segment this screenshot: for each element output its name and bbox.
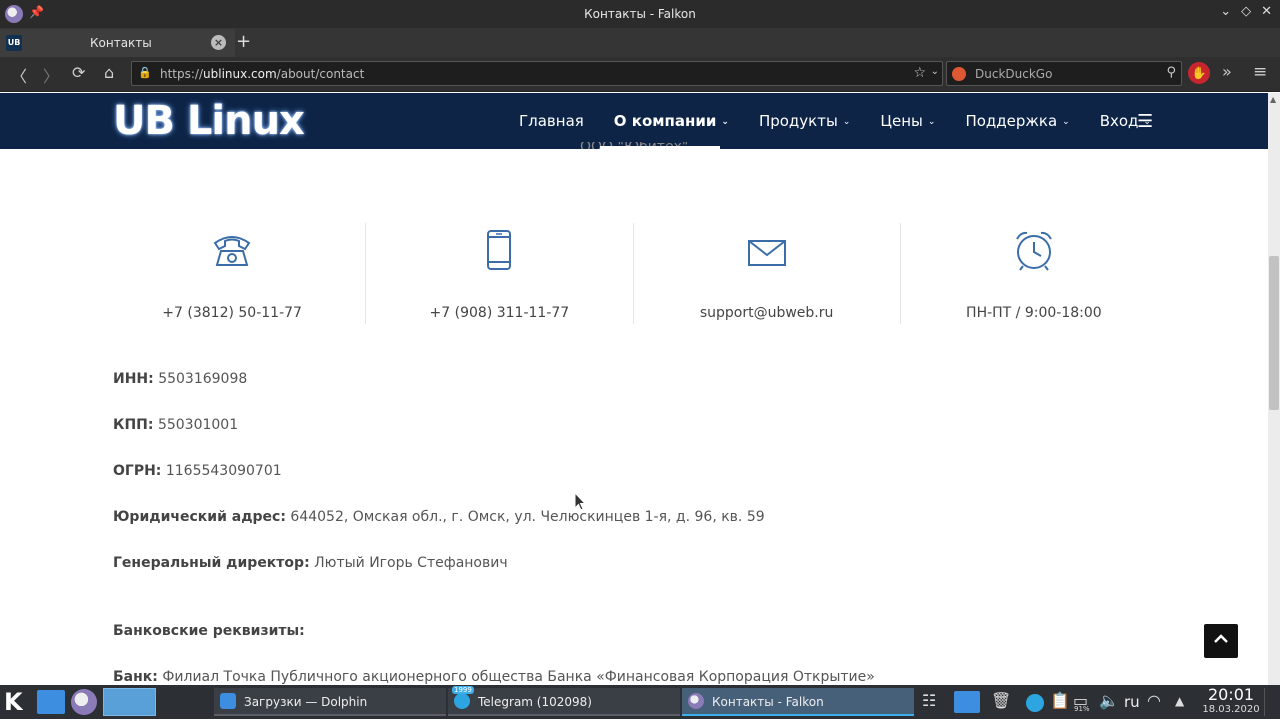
reload-icon[interactable]: ⟳ [72,63,85,82]
close-window-icon[interactable]: ✕ [1261,4,1272,19]
alarm-clock-icon [1016,231,1052,271]
hamburger-menu-icon[interactable]: ≡ [1253,62,1267,82]
contact-phone: +7 (3812) 50-11-77 [99,223,367,324]
clock[interactable]: 20:01 18.03.2020 [1200,686,1262,716]
clock-time: 20:01 [1207,685,1255,704]
task-falkon[interactable]: Контакты - Falkon [682,688,914,716]
search-placeholder: DuckDuckGo [975,67,1053,81]
telegram-tray-icon[interactable] [1026,694,1044,712]
back-arrow-icon[interactable]: 〈 [11,63,27,87]
telegram-badge: 1999 [452,686,474,694]
dolphin-icon [220,693,236,709]
mouse-cursor-icon [574,492,586,511]
nav-item-support[interactable]: Поддержка ⌄ [965,112,1069,130]
minimize-icon[interactable]: ⌄ [1220,4,1231,19]
telegram-icon [454,693,470,709]
navigation-toolbar: 〈 〉 ⟳ ⌂ 🔒 https://ublinux.com/about/cont… [0,57,1280,92]
detail-address: Юридический адрес: 644052, Омская обл., … [113,509,765,525]
home-icon[interactable]: ⌂ [104,63,114,82]
contact-cards: +7 (3812) 50-11-77 +7 (908) 311-11-77 su… [99,223,1167,324]
chevron-down-icon: ⌄ [842,117,851,127]
file-manager-icon[interactable] [37,690,65,714]
trash-icon[interactable]: 🗑 [991,691,1011,710]
search-icon[interactable]: ⚲ [1166,65,1176,80]
contact-email: support@ubweb.ru [634,223,901,324]
detail-director: Генеральный директор: Лютый Игорь Стефан… [113,555,508,571]
tab-contacts[interactable]: UB Контакты × [0,29,235,57]
keyboard-layout[interactable]: ru [1124,693,1140,711]
chevron-down-icon: ⌄ [927,117,936,127]
contact-hours-value: ПН-ПТ / 9:00-18:00 [966,305,1102,321]
falkon-icon [688,693,704,709]
detail-ogrn: ОГРН: 1165543090701 [113,463,282,479]
close-tab-icon[interactable]: × [211,35,226,50]
contact-hours: ПН-ПТ / 9:00-18:00 [901,223,1167,324]
url-text[interactable]: https://ublinux.com/about/contact [160,67,364,81]
contact-mobile: +7 (908) 311-11-77 [366,223,634,324]
nav-active-underline [600,146,720,149]
duckduckgo-icon[interactable] [952,67,966,81]
nav-item-home[interactable]: Главная [519,112,584,130]
contact-mobile-value[interactable]: +7 (908) 311-11-77 [366,305,632,321]
wifi-icon[interactable]: ◠ [1147,691,1161,710]
virtual-desktop-pager[interactable] [103,688,156,716]
tab-bar: UB Контакты × + [0,28,1280,57]
maximize-icon[interactable]: ◇ [1241,4,1251,19]
nav-item-about[interactable]: О компании ⌄ [614,112,729,130]
site-navigation: Главная О компании ⌄ Продукты ⌄ Цены ⌄ Подд… [519,112,1181,130]
nav-item-prices[interactable]: Цены ⌄ [880,112,935,130]
window-titlebar: 📌 Контакты - Falkon ⌄ ◇ ✕ [0,0,1280,28]
nav-item-products[interactable]: Продукты ⌄ [759,112,850,130]
show-desktop-button[interactable] [1264,688,1278,716]
site-header: UB Linux Главная О компании ⌄ Продукты ⌄ Ц… [0,93,1268,149]
folder-icon[interactable] [954,691,980,713]
volume-icon[interactable]: 🔈 [1099,691,1119,710]
battery-percent: 91% [1074,705,1090,713]
telephone-icon [213,236,251,266]
task-dolphin[interactable]: Загрузки — Dolphin [214,688,446,716]
taskbar: K Загрузки — Dolphin 1999 Telegram (1020… [0,685,1280,719]
scroll-to-top-button[interactable] [1204,624,1238,658]
forward-arrow-icon[interactable]: 〉 [43,63,59,87]
chevron-down-icon[interactable]: ⌄ [931,66,939,77]
task-telegram[interactable]: 1999 Telegram (102098) [448,686,680,716]
search-input[interactable]: DuckDuckGo ⚲ [946,61,1182,86]
scroll-up-arrow-icon[interactable]: ▲ [1270,95,1276,104]
system-monitor-icon[interactable]: ☷ [922,691,936,710]
ub-favicon-icon: UB [6,35,22,51]
address-bar[interactable]: 🔒 https://ublinux.com/about/contact ☆ ⌄ [131,61,943,86]
bookmark-star-icon[interactable]: ☆ [913,65,926,81]
detail-kpp: КПП: 550301001 [113,417,239,433]
contact-phone-value[interactable]: +7 (3812) 50-11-77 [99,305,365,321]
clock-date: 18.03.2020 [1202,704,1260,715]
detail-inn: ИНН: 5503169098 [113,371,248,387]
bank-heading: Банковские реквизиты: [113,623,305,639]
detail-bank: Банк: Филиал Точка Публичного акционерно… [113,669,875,685]
mobile-phone-icon [487,230,512,270]
chevron-down-icon: ⌄ [721,117,729,127]
site-menu-icon[interactable]: ☰ [1137,111,1153,132]
chevron-down-icon: ⌄ [1062,117,1070,127]
falkon-launcher-icon[interactable] [71,689,97,715]
lock-icon[interactable]: 🔒 [138,66,152,79]
window-title: Контакты - Falkon [584,7,696,21]
new-tab-plus-icon[interactable]: + [236,31,251,52]
more-tools-icon[interactable]: » [1222,62,1232,81]
adblock-icon[interactable]: ✋ [1188,62,1210,84]
kde-launcher-icon[interactable]: K [4,688,23,716]
chevron-up-icon [1214,634,1228,643]
tab-label: Контакты [90,36,152,50]
contact-email-value[interactable]: support@ubweb.ru [634,305,900,321]
clipboard-icon[interactable]: 📋 [1050,691,1070,710]
ublinux-logo[interactable]: UB Linux [113,98,305,144]
scrollbar-thumb[interactable] [1269,256,1279,410]
tray-expand-icon[interactable]: ▲ [1175,694,1184,708]
envelope-icon [747,240,786,266]
